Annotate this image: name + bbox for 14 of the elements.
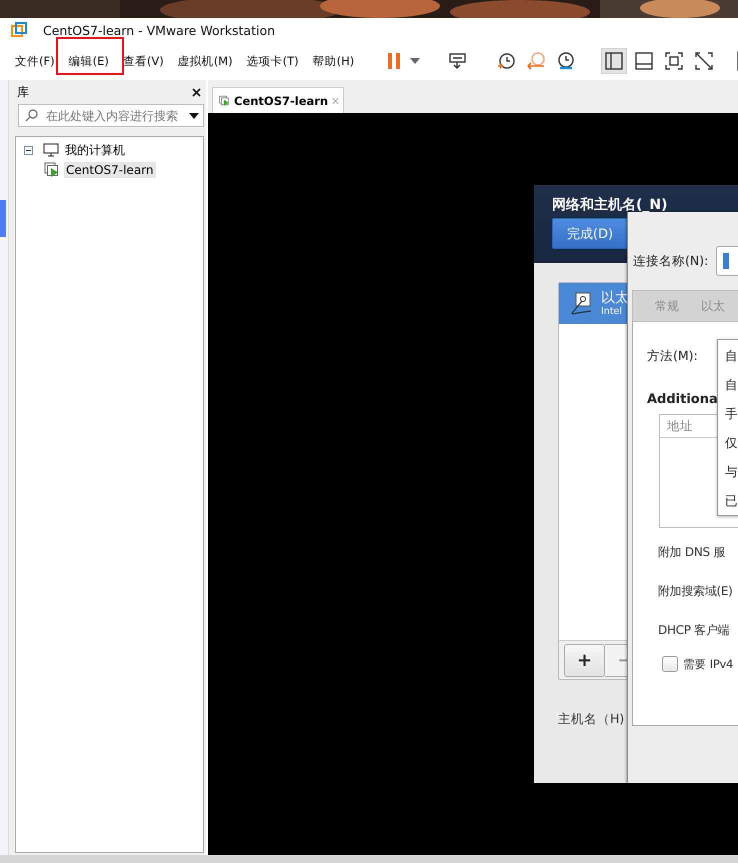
- search-domain-label: 附加搜索域(E): [658, 583, 733, 599]
- panel-title: 库: [17, 84, 29, 100]
- window-title: CentOS7-learn - VMware Workstation: [43, 22, 276, 38]
- method-label: 方法(M):: [647, 348, 698, 364]
- tab-label: CentOS7-learn: [234, 94, 328, 108]
- dhcp-label: DHCP 客户端: [658, 622, 730, 638]
- hostname-label: 主机名（H): [558, 711, 626, 728]
- checkbox-label: 需要 IPv4: [683, 656, 734, 672]
- connection-name-label: 连接名称(N):: [633, 252, 708, 270]
- device-name: 以太: [601, 290, 629, 306]
- installer-title: 网络和主机名(_N): [552, 197, 669, 213]
- section-heading: Additiona: [647, 392, 719, 407]
- dns-label: 附加 DNS 服: [658, 544, 726, 560]
- device-detail: Intel: [601, 306, 624, 317]
